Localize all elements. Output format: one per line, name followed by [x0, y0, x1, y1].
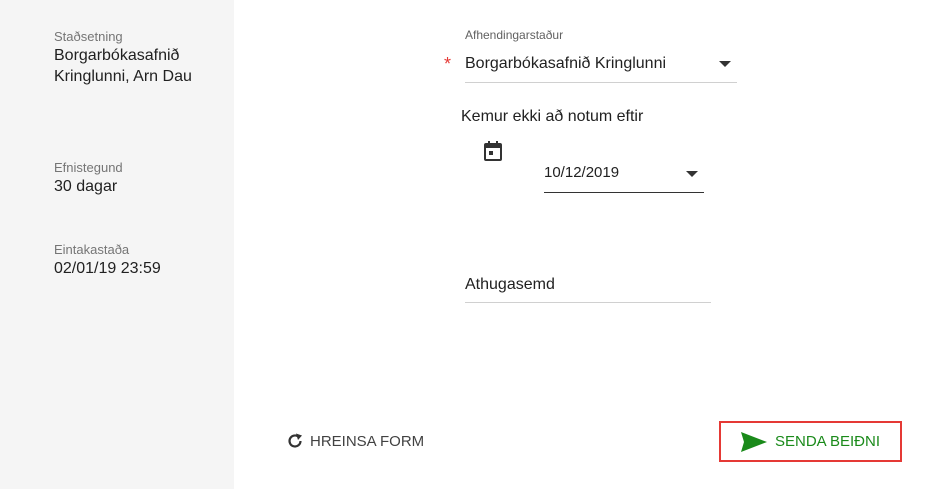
pickup-location-value: Borgarbókasafnið Kringlunni: [465, 55, 667, 72]
send-request-button[interactable]: SENDA BEIÐNI: [719, 421, 902, 462]
comment-underline: [465, 302, 711, 303]
date-underline: [544, 192, 704, 193]
chevron-down-icon: [719, 61, 731, 67]
chevron-down-icon: [686, 171, 698, 177]
material-type-info: Efnistegund 30 dagar: [54, 160, 224, 197]
send-request-label: SENDA BEIÐNI: [774, 433, 881, 450]
date-value: 10/12/2019: [544, 164, 620, 181]
pickup-location-select[interactable]: Borgarbókasafnið Kringlunni: [465, 50, 737, 82]
copy-status-value: 02/01/19 23:59: [54, 260, 161, 277]
location-value: Borgarbókasafnið Kringlunni, Arn Dau: [54, 47, 192, 85]
not-needed-after-label: Kemur ekki að notum eftir: [461, 108, 644, 125]
refresh-icon: [286, 432, 304, 450]
send-icon: [740, 431, 767, 452]
reset-form-button[interactable]: HREINSA FORM: [286, 428, 424, 454]
location-info: Staðsetning Borgarbókasafnið Kringlunni,…: [54, 29, 224, 87]
material-type-label: Efnistegund: [54, 160, 123, 175]
copy-status-info: Eintakastaða 02/01/19 23:59: [54, 242, 224, 279]
item-info-sidebar: Staðsetning Borgarbókasafnið Kringlunni,…: [0, 0, 234, 489]
material-type-value: 30 dagar: [54, 178, 118, 195]
reset-form-label: HREINSA FORM: [310, 432, 425, 450]
request-form: Afhendingarstaður * Borgarbókasafnið Kri…: [234, 0, 934, 489]
comment-input[interactable]: Athugasemd: [465, 274, 711, 302]
comment-label: Athugasemd: [465, 276, 555, 293]
date-picker[interactable]: 10/12/2019: [544, 160, 704, 192]
required-marker: *: [444, 54, 452, 74]
location-label: Staðsetning: [54, 29, 123, 44]
calendar-icon[interactable]: [484, 141, 502, 161]
pickup-location-label: Afhendingarstaður: [465, 28, 564, 42]
pickup-location-underline: [465, 82, 737, 83]
copy-status-label: Eintakastaða: [54, 242, 130, 257]
